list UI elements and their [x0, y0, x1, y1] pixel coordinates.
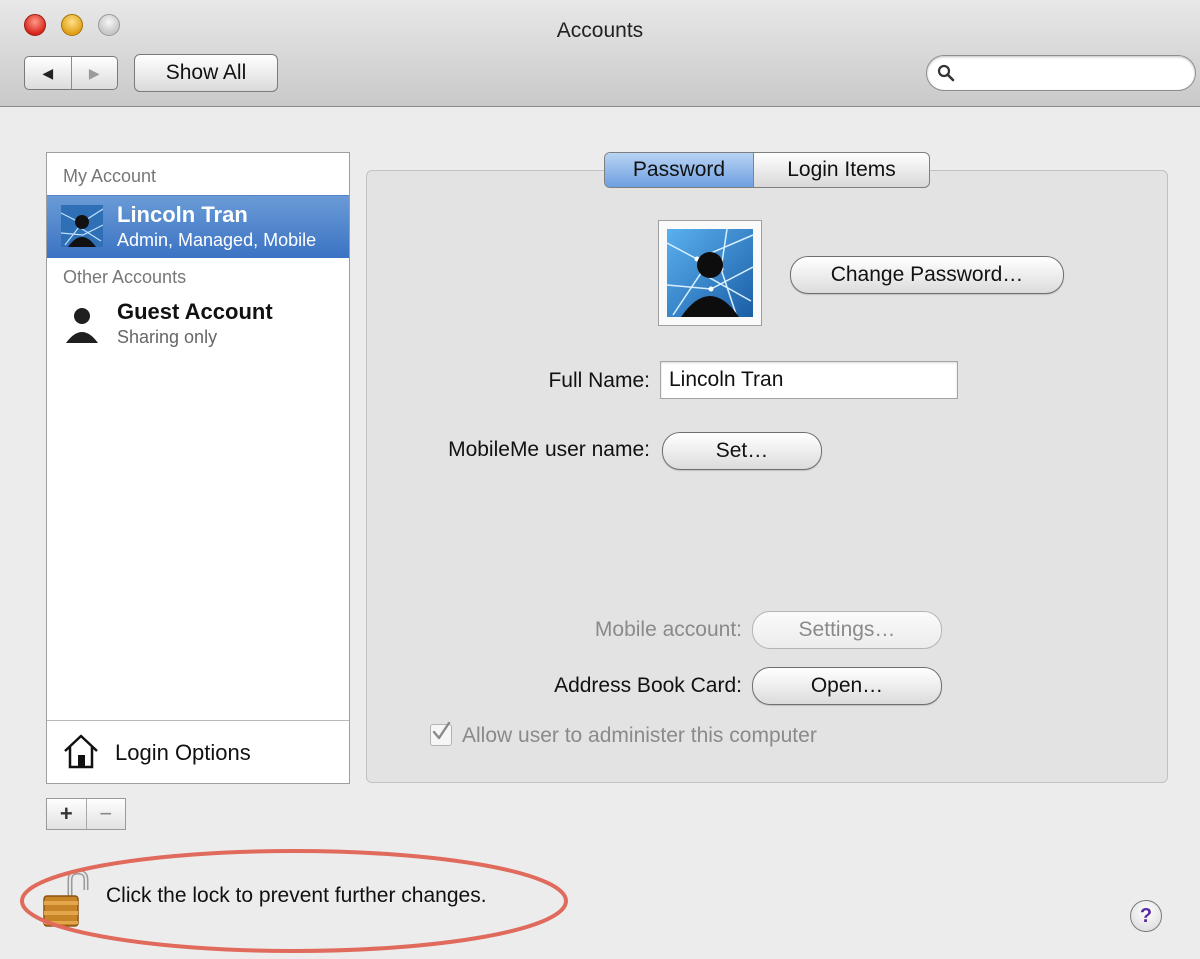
account-item-guest[interactable]: Guest Account Sharing only — [47, 293, 349, 355]
user-network-avatar-icon — [61, 205, 103, 247]
change-password-button[interactable]: Change Password… — [790, 256, 1064, 294]
account-detail: Sharing only — [117, 327, 218, 347]
allow-admin-checkbox[interactable] — [430, 721, 452, 746]
account-name: Lincoln Tran — [117, 202, 248, 227]
person-silhouette-icon — [66, 308, 98, 343]
tab-login-items[interactable]: Login Items — [754, 153, 929, 187]
login-options-item[interactable]: Login Options — [47, 720, 349, 783]
checkmark-icon — [432, 721, 451, 740]
account-item-lincoln-tran[interactable]: Lincoln Tran Admin, Managed, Mobile — [47, 195, 349, 258]
mobileme-user-name-label: MobileMe user name: — [448, 438, 650, 461]
mobile-account-label: Mobile account: — [594, 618, 742, 641]
full-name-label: Full Name: — [548, 369, 650, 392]
show-all-button[interactable]: Show All — [134, 54, 278, 92]
login-options-label: Login Options — [115, 740, 251, 765]
tab-bar: Password Login Items — [604, 152, 930, 188]
help-button[interactable]: ? — [1130, 900, 1162, 932]
set-mobileme-button[interactable]: Set… — [662, 432, 822, 470]
back-forward-control: ◀ ▶ — [24, 56, 118, 90]
user-network-avatar-icon — [667, 229, 753, 317]
add-account-button[interactable]: + — [47, 799, 86, 829]
account-name: Guest Account — [117, 299, 273, 324]
account-list: My Account Lincoln Tran Admin, Managed, … — [46, 152, 350, 784]
mobile-account-settings-button[interactable]: Settings… — [752, 611, 942, 649]
address-book-card-label: Address Book Card: — [554, 674, 742, 697]
user-picture-well[interactable] — [658, 220, 762, 326]
full-name-field[interactable] — [660, 361, 958, 399]
annotation-highlight-ellipse — [20, 849, 568, 953]
my-account-header: My Account — [63, 166, 157, 186]
allow-admin-label: Allow user to administer this computer — [462, 724, 817, 747]
remove-account-button[interactable]: − — [85, 799, 126, 829]
search-box[interactable] — [926, 55, 1196, 91]
other-accounts-header: Other Accounts — [63, 267, 187, 287]
search-icon — [937, 64, 955, 82]
account-detail: Admin, Managed, Mobile — [117, 230, 317, 250]
tab-password[interactable]: Password — [605, 153, 754, 187]
window-title: Accounts — [556, 19, 644, 42]
open-address-book-button[interactable]: Open… — [752, 667, 942, 705]
house-icon — [64, 734, 98, 769]
title-bar: Accounts ◀ ▶ Show All — [0, 0, 1200, 107]
add-remove-control: + − — [46, 798, 126, 830]
full-name-input[interactable] — [661, 362, 957, 398]
forward-button[interactable]: ▶ — [70, 57, 118, 89]
search-input[interactable] — [961, 60, 1185, 88]
back-button[interactable]: ◀ — [25, 57, 71, 89]
